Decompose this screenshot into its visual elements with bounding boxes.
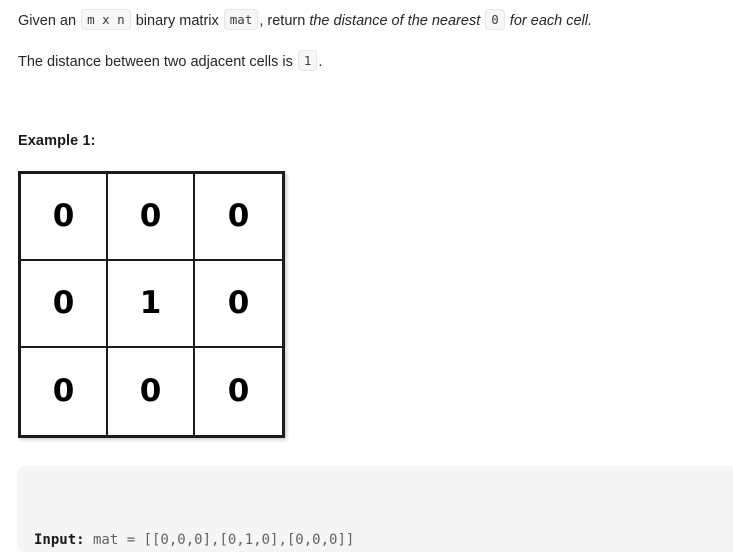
inline-code-mat: mat — [223, 9, 259, 30]
paragraph-2-text-segment-1: The distance between two adjacent cells … — [18, 54, 297, 70]
paragraph-1-italic-segment-1: the distance of the nearest — [309, 13, 485, 29]
inline-code-m-x-n: m x n — [81, 9, 131, 30]
example-input-line: Input: mat = [[0,0,0],[0,1,0],[0,0,0]] — [34, 528, 733, 552]
example-1-code-block: Input: mat = [[0,0,0],[0,1,0],[0,0,0]] O… — [17, 466, 733, 552]
matrix-cell-r0c0: 0 — [21, 174, 108, 261]
inline-code-one: 1 — [297, 50, 318, 71]
problem-statement-paragraph-2: The distance between two adjacent cells … — [18, 50, 322, 72]
matrix-cell-r0c1: 0 — [108, 174, 195, 261]
matrix-cell-r2c1: 0 — [108, 348, 195, 435]
matrix-cell-r2c2: 0 — [195, 348, 282, 435]
problem-description-page: Given an m x n binary matrix mat, return… — [0, 0, 733, 552]
matrix-cell-r1c1: 1 — [108, 261, 195, 348]
inline-code-zero: 0 — [485, 9, 505, 30]
paragraph-1-text-segment-1: Given an — [18, 13, 81, 29]
example-1-heading: Example 1: — [18, 133, 96, 149]
input-value: mat = [[0,0,0],[0,1,0],[0,0,0]] — [84, 532, 355, 548]
matrix-cell-r1c2: 0 — [195, 261, 282, 348]
input-label: Input: — [34, 532, 85, 548]
problem-statement-paragraph-1: Given an m x n binary matrix mat, return… — [18, 9, 592, 31]
paragraph-1-text-segment-2: binary matrix — [131, 13, 223, 29]
paragraph-2-text-segment-2: . — [318, 54, 323, 70]
matrix-illustration: 0 0 0 0 1 0 0 0 0 — [18, 171, 285, 438]
matrix-cell-r2c0: 0 — [21, 348, 108, 435]
paragraph-1-text-segment-3: , return — [259, 13, 310, 29]
paragraph-1-italic-segment-2: for each cell. — [505, 13, 593, 29]
matrix-cell-r0c2: 0 — [195, 174, 282, 261]
matrix-cell-r1c0: 0 — [21, 261, 108, 348]
